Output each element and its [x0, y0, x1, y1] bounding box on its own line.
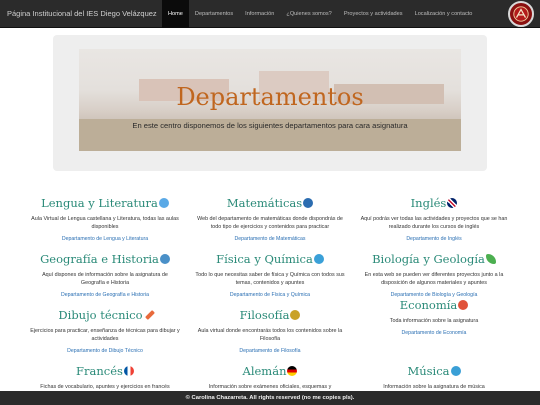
dept-link-economia[interactable]: Departamento de Economía — [359, 330, 509, 336]
dept-title: Matemáticas — [226, 196, 303, 210]
dept-card-frances: Francés Fichas de vocabulario, apuntes y… — [30, 362, 180, 392]
dept-card-fisica: Física y Química Todo lo que necesitas s… — [195, 250, 345, 298]
navbar: Página Institucional del IES Diego Veláz… — [0, 0, 540, 28]
atom-icon — [313, 254, 324, 264]
dept-link-geografia[interactable]: Departamento de Geografía e Historia — [30, 292, 180, 298]
dept-description: Toda información sobre la asignatura — [389, 318, 479, 324]
dept-card-ingles: Inglés Aquí podrás ver todas las activid… — [359, 194, 509, 242]
globe-icon — [159, 254, 170, 264]
dept-card-matematicas: Matemáticas Web del departamento de mate… — [195, 194, 345, 242]
nav-menu: Home Departamentos Información ¿Quienes … — [162, 0, 478, 28]
uk-flag-icon — [447, 198, 458, 208]
dept-title: Alemán — [242, 364, 287, 378]
dept-title: Inglés — [410, 196, 447, 210]
dept-description: Ejercicios para practicar, enseñanza de … — [30, 328, 180, 342]
dept-link-fisica[interactable]: Departamento de Física y Química — [195, 292, 345, 298]
dept-description: Aquí podrás ver todas las actividades y … — [360, 216, 508, 230]
hero-jumbotron: Departamentos En este centro disponemos … — [53, 35, 487, 171]
dept-description: Todo lo que necesitas saber de física y … — [195, 272, 345, 286]
dept-card-musica: Música Información sobre la asignatura d… — [359, 362, 509, 392]
dept-card-economia: Economía Toda información sobre la asign… — [359, 296, 509, 336]
dept-description: Aula Virtual de Lengua castellana y Lite… — [31, 216, 179, 230]
page-subtitle: En este centro disponemos de los siguien… — [132, 121, 408, 130]
nav-item-localizacion[interactable]: Localización y contacto — [409, 0, 479, 28]
dept-card-geografia: Geografía e Historia Aquí dispones de in… — [30, 250, 180, 298]
dept-card-biologia: Biología y Geología En esta web se puede… — [359, 250, 509, 298]
nav-item-informacion[interactable]: Información — [239, 0, 280, 28]
dept-card-lengua: Lengua y Literatura Aula Virtual de Leng… — [30, 194, 180, 242]
dept-title: Física y Química — [216, 252, 313, 266]
music-icon — [450, 366, 461, 376]
dept-card-dibujo: Dibujo técnico Ejercicios para practicar… — [30, 306, 180, 354]
footer-copyright: © Carolina Chazarreta. All rights reserv… — [185, 395, 355, 401]
nav-item-home[interactable]: Home — [162, 0, 189, 28]
dept-card-filosofia: Filosofía Aula virtual donde encontrarás… — [195, 306, 345, 354]
coin-icon — [458, 300, 469, 310]
dept-title: Geografía e Historia — [40, 252, 159, 266]
footer: © Carolina Chazarreta. All rights reserv… — [0, 391, 540, 405]
dept-description: En esta web se pueden ver diferentes pro… — [364, 272, 504, 286]
page-title: Departamentos — [176, 83, 364, 111]
dept-title: Dibujo técnico — [58, 308, 143, 322]
dept-title: Francés — [76, 364, 123, 378]
globe-icon — [158, 198, 169, 208]
dept-title: Filosofía — [239, 308, 290, 322]
germany-flag-icon — [287, 366, 298, 376]
dept-link-matematicas[interactable]: Departamento de Matemáticas — [195, 236, 345, 242]
dept-link-filosofia[interactable]: Departamento de Filosofía — [195, 348, 345, 354]
leaf-icon — [485, 254, 496, 264]
pencil-icon — [144, 310, 155, 320]
dept-description: Aquí dispones de información sobre la as… — [42, 272, 168, 286]
dept-title: Biología y Geología — [372, 252, 485, 266]
math-icon — [303, 198, 314, 208]
nav-item-quienes-somos[interactable]: ¿Quienes somos? — [280, 0, 337, 28]
dept-description: Web del departamento de matemáticas dond… — [197, 216, 343, 230]
hero-background-image: Departamentos En este centro disponemos … — [79, 49, 461, 151]
dept-link-ingles[interactable]: Departamento de Inglés — [359, 236, 509, 242]
france-flag-icon — [123, 366, 134, 376]
school-logo-icon[interactable] — [508, 1, 534, 27]
dept-link-lengua[interactable]: Departamento de Lengua y Literatura — [30, 236, 180, 242]
dept-description: Aula virtual donde encontrarás todos los… — [197, 328, 343, 342]
dept-title: Música — [407, 364, 450, 378]
nav-item-proyectos[interactable]: Proyectos y actividades — [338, 0, 409, 28]
dept-title: Economía — [399, 298, 458, 312]
site-brand[interactable]: Página Institucional del IES Diego Veláz… — [0, 9, 162, 18]
nav-item-departamentos[interactable]: Departamentos — [189, 0, 239, 28]
dept-title: Lengua y Literatura — [41, 196, 158, 210]
thinker-icon — [290, 310, 301, 320]
dept-link-dibujo[interactable]: Departamento de Dibujo Técnico — [30, 348, 180, 354]
